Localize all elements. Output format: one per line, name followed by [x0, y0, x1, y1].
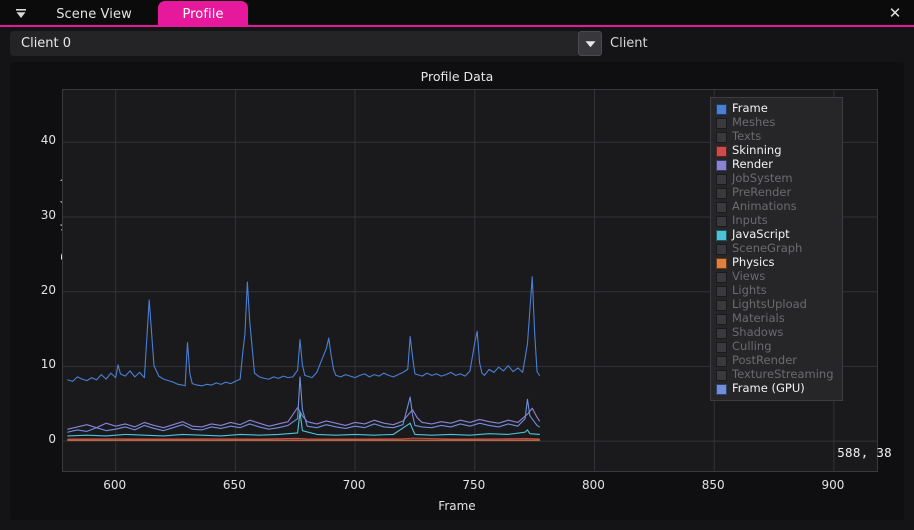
legend-item-label: SceneGraph [732, 243, 802, 255]
x-tick-label: 750 [444, 478, 504, 492]
legend-item[interactable]: Shadows [711, 326, 842, 340]
legend-swatch [716, 342, 727, 353]
x-tick-label: 600 [85, 478, 145, 492]
chart-panel: Profile Data Duration (ms) 010203040 600… [10, 62, 904, 520]
chevron-down-icon[interactable] [578, 31, 602, 56]
legend-item[interactable]: Texts [711, 130, 842, 144]
series-line [68, 377, 540, 432]
legend-item-label: Physics [732, 257, 775, 269]
legend-swatch [716, 314, 727, 325]
client-select-value: Client 0 [21, 36, 71, 51]
legend-item[interactable]: Physics [711, 256, 842, 270]
legend-item-label: Skinning [732, 145, 782, 157]
legend-item-label: Views [732, 271, 765, 283]
legend-item-label: JavaScript [732, 229, 790, 241]
legend-swatch [716, 244, 727, 255]
legend-item[interactable]: Culling [711, 340, 842, 354]
legend-item-label: Texts [732, 131, 761, 143]
legend-swatch [716, 230, 727, 241]
legend-item-label: Shadows [732, 327, 783, 339]
legend-item[interactable]: Inputs [711, 214, 842, 228]
legend-item-label: Frame (GPU) [732, 383, 805, 395]
close-icon[interactable]: ✕ [884, 3, 906, 24]
y-tick-label: 0 [16, 432, 56, 446]
series-line [68, 277, 540, 386]
x-tick-label: 800 [563, 478, 623, 492]
legend-item[interactable]: Meshes [711, 116, 842, 130]
legend-item-label: TextureStreaming [732, 369, 834, 381]
legend-item-label: Materials [732, 313, 785, 325]
legend-item[interactable]: Views [711, 270, 842, 284]
legend-item[interactable]: Frame [711, 102, 842, 116]
tab-scene-view-label: Scene View [56, 7, 132, 22]
legend-swatch [716, 202, 727, 213]
x-axis-label: Frame [10, 499, 904, 513]
legend-swatch [716, 104, 727, 115]
legend-item-label: Culling [732, 341, 772, 353]
y-tick-label: 30 [16, 208, 56, 222]
cursor-coordinate-readout: 588, 38 [837, 445, 892, 460]
legend-item-label: PreRender [732, 187, 791, 199]
tab-scene-view[interactable]: Scene View [38, 1, 150, 27]
legend-item-label: Meshes [732, 117, 775, 129]
y-tick-label: 20 [16, 283, 56, 297]
legend-swatch [716, 328, 727, 339]
legend-item-label: Inputs [732, 215, 768, 227]
legend-item[interactable]: Frame (GPU) [711, 382, 842, 396]
legend-swatch [716, 216, 727, 227]
client-selector-row: Client 0 Client [0, 27, 914, 60]
legend-swatch [716, 146, 727, 157]
legend-item[interactable]: LightsUpload [711, 298, 842, 312]
legend-item[interactable]: SceneGraph [711, 242, 842, 256]
legend-swatch [716, 118, 727, 129]
x-tick-label: 850 [683, 478, 743, 492]
x-tick-label: 700 [324, 478, 384, 492]
legend-item-label: LightsUpload [732, 299, 807, 311]
client-field-label: Client [610, 31, 648, 56]
legend-item[interactable]: Render [711, 158, 842, 172]
legend-item-label: Frame [732, 103, 768, 115]
legend-swatch [716, 258, 727, 269]
legend-item-label: Lights [732, 285, 767, 297]
profiler-window: Scene View Profile ✕ Client 0 Client Pro… [0, 0, 914, 530]
legend-item[interactable]: Skinning [711, 144, 842, 158]
series-line [68, 438, 540, 439]
menu-collapse-icon[interactable] [8, 3, 34, 24]
legend-swatch [716, 300, 727, 311]
legend-item[interactable]: Materials [711, 312, 842, 326]
legend-item[interactable]: JobSystem [711, 172, 842, 186]
legend-swatch [716, 384, 727, 395]
legend-swatch [716, 286, 727, 297]
legend-item[interactable]: PreRender [711, 186, 842, 200]
legend-swatch [716, 160, 727, 171]
legend-item[interactable]: Lights [711, 284, 842, 298]
legend-swatch [716, 174, 727, 185]
series-legend[interactable]: Frame Meshes Texts Skinning Render JobSystem P… [710, 97, 843, 401]
tab-profile[interactable]: Profile [158, 1, 248, 27]
tab-bar: Scene View Profile ✕ [0, 0, 914, 27]
x-tick-label: 900 [803, 478, 863, 492]
legend-item-label: Animations [732, 201, 797, 213]
y-tick-label: 40 [16, 133, 56, 147]
tab-profile-label: Profile [182, 7, 223, 22]
legend-swatch [716, 370, 727, 381]
legend-swatch [716, 272, 727, 283]
legend-item-label: Render [732, 159, 773, 171]
legend-swatch [716, 188, 727, 199]
legend-swatch [716, 356, 727, 367]
y-tick-label: 10 [16, 357, 56, 371]
legend-item-label: PostRender [732, 355, 797, 367]
legend-item-label: JobSystem [732, 173, 793, 185]
legend-item[interactable]: TextureStreaming [711, 368, 842, 382]
legend-item[interactable]: JavaScript [711, 228, 842, 242]
x-tick-label: 650 [204, 478, 264, 492]
client-select[interactable]: Client 0 [10, 31, 580, 56]
legend-item[interactable]: PostRender [711, 354, 842, 368]
legend-item[interactable]: Animations [711, 200, 842, 214]
legend-swatch [716, 132, 727, 143]
chart-title: Profile Data [10, 69, 904, 84]
